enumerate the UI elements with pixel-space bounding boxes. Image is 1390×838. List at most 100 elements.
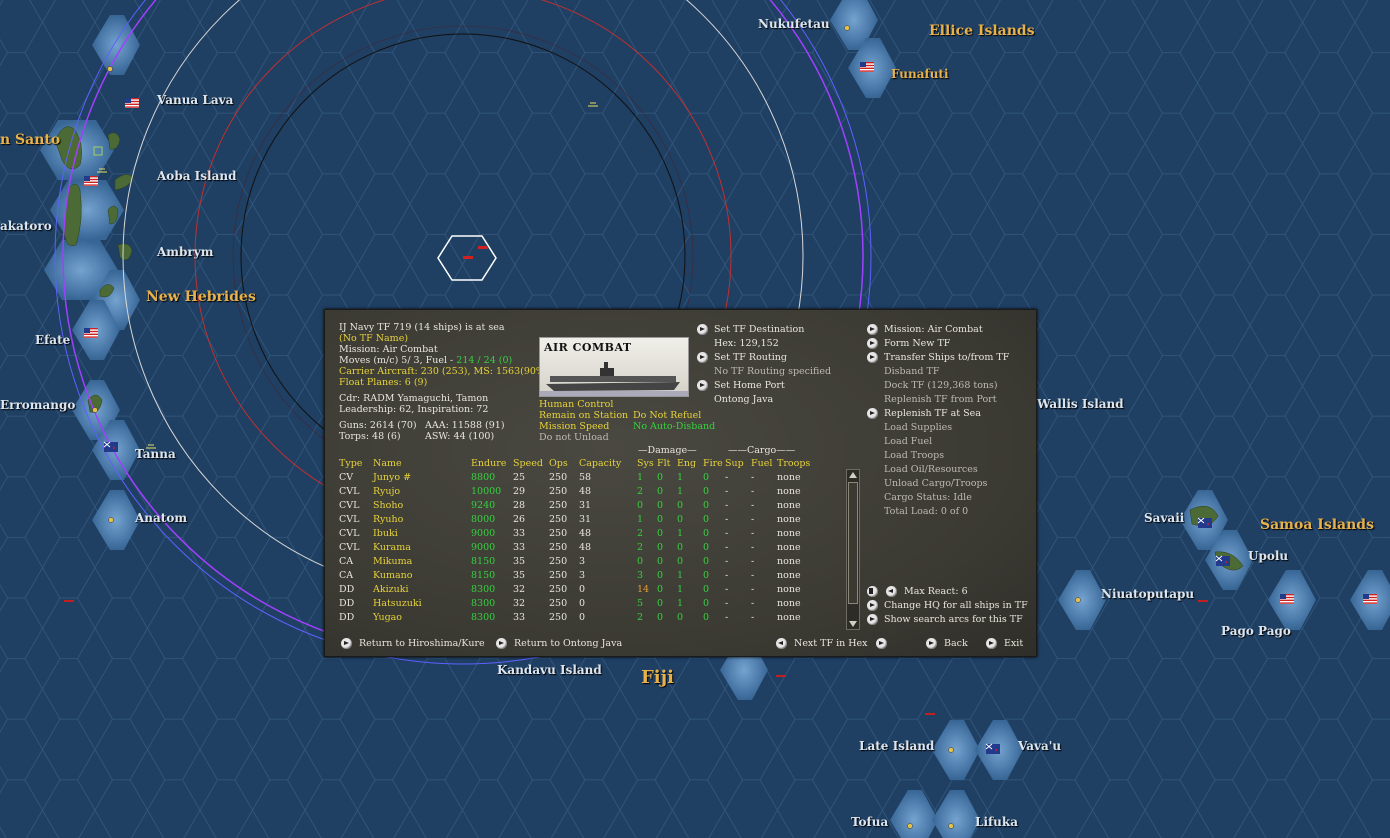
- load-oil: Load Oil/Resources: [884, 464, 978, 475]
- replenish-at-sea-button[interactable]: [867, 408, 878, 419]
- col-speed[interactable]: Speed: [513, 456, 549, 470]
- torps: Torps: 48 (6): [339, 431, 401, 442]
- float-planes[interactable]: Float Planes: 6 (9): [339, 376, 427, 390]
- ship-cell-endure: 9000: [471, 541, 496, 553]
- scroll-down-icon[interactable]: [849, 621, 857, 627]
- ship-row[interactable]: CVL Ibuki 9000 33 250 48 2 0 1 0 - - none: [339, 526, 817, 540]
- show-search-arcs-label[interactable]: Show search arcs for this TF: [884, 613, 1023, 627]
- ship-cell-speed: 32: [513, 583, 526, 595]
- change-hq-label[interactable]: Change HQ for all ships in TF: [884, 599, 1028, 613]
- col-sup[interactable]: Sup: [725, 456, 751, 470]
- ship-cell-ops: 250: [549, 499, 568, 511]
- ship-cell-fuel: -: [751, 597, 755, 609]
- col-type[interactable]: Type: [339, 456, 373, 470]
- col-troops[interactable]: Troops: [777, 456, 817, 470]
- map-label-lifuka: Lifuka: [975, 815, 1018, 829]
- speaker-icon[interactable]: [867, 586, 878, 597]
- ship-cell-name[interactable]: Ryuho: [373, 512, 471, 526]
- auto-disband[interactable]: No Auto-Disband: [633, 420, 715, 434]
- col-capacity[interactable]: Capacity: [579, 456, 637, 470]
- form-new-tf-label[interactable]: Form New TF: [884, 337, 950, 351]
- change-hq-button[interactable]: [867, 600, 878, 611]
- ship-cell-sup: -: [725, 569, 729, 581]
- ship-cell-fire: 0: [703, 611, 710, 623]
- mission-button[interactable]: [867, 324, 878, 335]
- exit-button[interactable]: [986, 638, 997, 649]
- return-ontong-label[interactable]: Return to Ontong Java: [514, 637, 622, 651]
- ship-cell-sup: -: [725, 513, 729, 525]
- ship-row[interactable]: CVL Kurama 9000 33 250 48 2 0 0 0 - - none: [339, 540, 817, 554]
- col-fuel[interactable]: Fuel: [751, 456, 777, 470]
- set-destination-label[interactable]: Set TF Destination: [714, 323, 804, 337]
- ship-cell-name[interactable]: Junyo #: [373, 470, 471, 484]
- ship-row[interactable]: DD Yugao 8300 33 250 0 2 0 0 0 - - none: [339, 610, 817, 624]
- map-label-vanua-lava: Vanua Lava: [157, 93, 234, 107]
- ship-row[interactable]: DD Akizuki 8300 32 250 0 14 0 1 0 - - none: [339, 582, 817, 596]
- mission-label[interactable]: Mission: Air Combat: [884, 323, 983, 337]
- ship-row[interactable]: CA Kumano 8150 35 250 3 3 0 1 0 - - none: [339, 568, 817, 582]
- ship-cell-troops: none: [777, 555, 801, 567]
- max-react-decrease-button[interactable]: [886, 586, 897, 597]
- set-home-port-label[interactable]: Set Home Port: [714, 379, 785, 393]
- ship-row[interactable]: CVL Ryuho 8000 26 250 31 1 0 0 0 - - none: [339, 512, 817, 526]
- ship-cell-name[interactable]: Shoho: [373, 498, 471, 512]
- ship-cell-capacity: 48: [579, 527, 592, 539]
- form-new-tf-button[interactable]: [867, 338, 878, 349]
- ship-row[interactable]: CVL Ryujo 10000 29 250 48 2 0 1 0 - - none: [339, 484, 817, 498]
- ship-row[interactable]: CV Junyo #8800 25 250 58 1 0 1 0 - - none: [339, 470, 817, 484]
- ship-cell-capacity: 58: [579, 471, 592, 483]
- return-hiroshima-button[interactable]: [341, 638, 352, 649]
- col-eng[interactable]: Eng: [677, 456, 703, 470]
- ship-cell-eng: 1: [677, 583, 684, 595]
- col-flt[interactable]: Flt: [657, 456, 677, 470]
- show-search-arcs-button[interactable]: [867, 614, 878, 625]
- ship-cell-flt: 0: [657, 471, 664, 483]
- ship-cell-name[interactable]: Yugao: [373, 610, 471, 624]
- ship-cell-name[interactable]: Mikuma: [373, 554, 471, 568]
- ship-cell-name[interactable]: Akizuki: [373, 582, 471, 596]
- set-routing-label[interactable]: Set TF Routing: [714, 351, 787, 365]
- scroll-up-icon[interactable]: [849, 472, 857, 478]
- back-label[interactable]: Back: [944, 637, 968, 651]
- ship-cell-name[interactable]: Kumano: [373, 568, 471, 582]
- ship-cell-type: CVL: [339, 499, 360, 511]
- mission-ship-image: AIR COMBAT: [539, 337, 689, 397]
- col-fire[interactable]: Fire: [703, 456, 725, 470]
- set-destination-button[interactable]: [697, 324, 708, 335]
- ship-row[interactable]: CA Mikuma 8150 35 250 3 0 0 0 0 - - none: [339, 554, 817, 568]
- unload-setting[interactable]: Do not Unload: [539, 431, 609, 445]
- prev-tf-button[interactable]: [776, 638, 787, 649]
- ship-cell-name[interactable]: Ryujo: [373, 484, 471, 498]
- ship-cell-fire: 0: [703, 541, 710, 553]
- next-tf-button[interactable]: [876, 638, 887, 649]
- col-ops[interactable]: Ops: [549, 456, 579, 470]
- set-routing-button[interactable]: [697, 352, 708, 363]
- ship-cell-speed: 32: [513, 597, 526, 609]
- map-label-niuatoputapu: Niuatoputapu: [1101, 587, 1195, 601]
- ship-cell-name[interactable]: Kurama: [373, 540, 471, 554]
- return-ontong-button[interactable]: [496, 638, 507, 649]
- asw: ASW: 44 (100): [425, 431, 495, 442]
- col-endure[interactable]: Endure: [471, 456, 513, 470]
- ship-cell-sup: -: [725, 597, 729, 609]
- ship-cell-flt: 0: [657, 597, 664, 609]
- ship-cell-eng: 0: [677, 611, 684, 623]
- ship-cell-capacity: 0: [579, 583, 586, 595]
- transfer-ships-label[interactable]: Transfer Ships to/from TF: [884, 351, 1009, 365]
- return-hiroshima-label[interactable]: Return to Hiroshima/Kure: [359, 637, 485, 651]
- ship-list-scrollbar[interactable]: [846, 469, 860, 630]
- col-name[interactable]: Name: [373, 456, 471, 470]
- ship-cell-fire: 0: [703, 569, 710, 581]
- scroll-thumb[interactable]: [848, 482, 858, 604]
- ship-cell-sys: 2: [637, 611, 644, 623]
- transfer-ships-button[interactable]: [867, 352, 878, 363]
- ship-row[interactable]: CVL Shoho 9240 28 250 31 0 0 0 0 - - none: [339, 498, 817, 512]
- ship-cell-name[interactable]: Ibuki: [373, 526, 471, 540]
- ship-cell-name[interactable]: Hatsuzuki: [373, 596, 471, 610]
- back-button[interactable]: [926, 638, 937, 649]
- exit-label[interactable]: Exit: [1004, 637, 1023, 651]
- set-home-port-button[interactable]: [697, 380, 708, 391]
- ship-row[interactable]: DD Hatsuzuki 8300 32 250 0 5 0 1 0 - - none: [339, 596, 817, 610]
- replenish-at-sea-label[interactable]: Replenish TF at Sea: [884, 407, 981, 421]
- col-sys[interactable]: Sys: [637, 456, 657, 470]
